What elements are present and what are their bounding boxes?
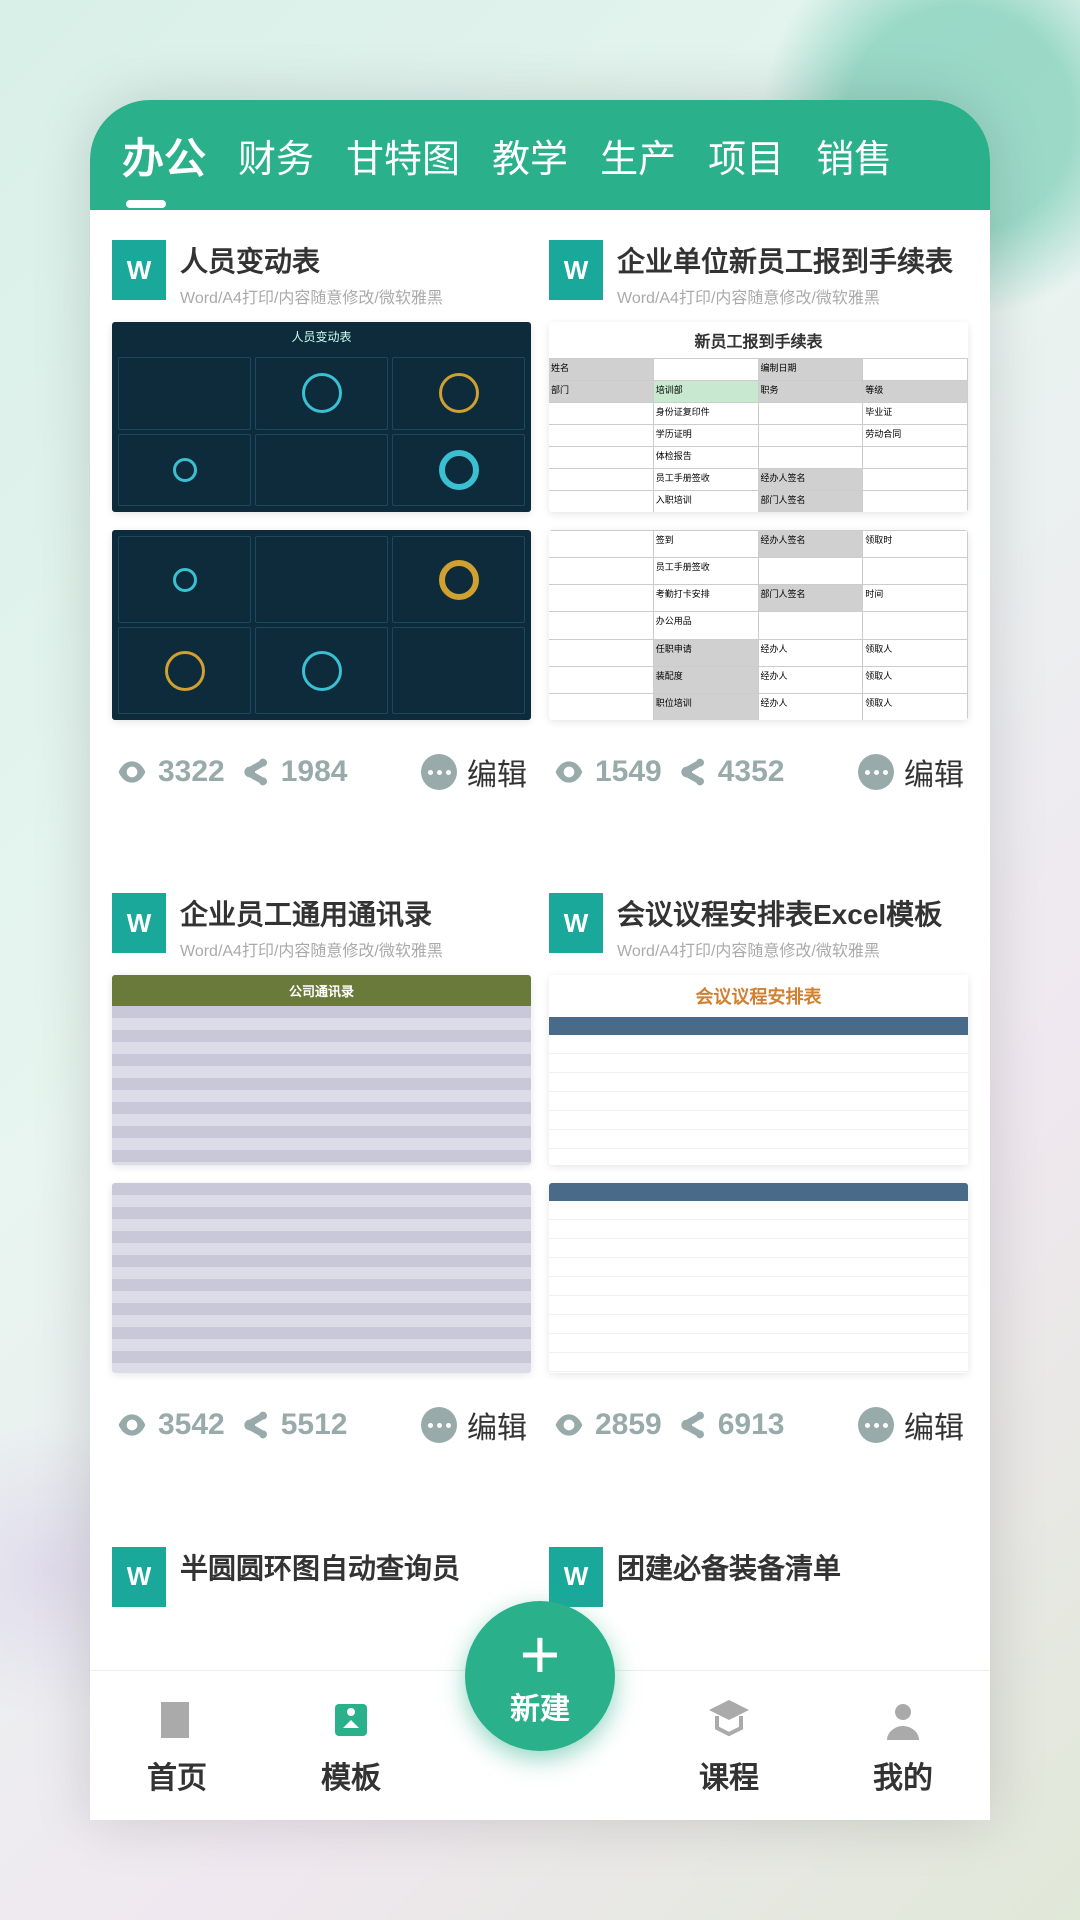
word-doc-icon: W [112,893,166,953]
card-title: 企业员工通用通讯录 [180,893,531,933]
share-icon [239,756,271,788]
profile-icon [878,1695,928,1745]
word-doc-icon: W [549,893,603,953]
more-icon[interactable] [421,754,457,790]
template-grid[interactable]: W 人员变动表 Word/A4打印/内容随意修改/微软雅黑 人员变动表 [90,210,990,1670]
word-doc-icon: W [112,1547,166,1607]
template-card[interactable]: W 企业单位新员工报到手续表 Word/A4打印/内容随意修改/微软雅黑 新员工… [549,236,968,871]
share-icon [239,1409,271,1441]
card-title: 人员变动表 [180,240,531,280]
views-icon [116,1409,148,1441]
views-icon [553,756,585,788]
nav-templates[interactable]: 模板 [291,1695,411,1797]
template-thumbnail[interactable]: 新员工报到手续表 姓名编制日期 部门培训部职务等级 身份证复印件毕业证 学历证明… [549,322,968,512]
views-count: 2859 [595,1408,662,1442]
template-thumbnail[interactable]: 公司通讯录 [112,975,531,1165]
template-card[interactable]: W 团建必备装备清单 [549,1543,968,1613]
shares-count: 1984 [281,755,348,789]
template-card[interactable]: W 人员变动表 Word/A4打印/内容随意修改/微软雅黑 人员变动表 [112,236,531,871]
card-title: 企业单位新员工报到手续表 [617,240,968,280]
views-count: 3542 [158,1408,225,1442]
template-card[interactable]: W 会议议程安排表Excel模板 Word/A4打印/内容随意修改/微软雅黑 会… [549,889,968,1524]
template-thumbnail[interactable] [549,1183,968,1373]
nav-courses[interactable]: 课程 [669,1695,789,1797]
plus-icon: + [520,1624,561,1684]
templates-icon [326,1695,376,1745]
edit-button[interactable]: 编辑 [904,750,964,794]
tab-finance[interactable]: 财务 [224,118,328,193]
home-icon [152,1695,202,1745]
share-icon [676,756,708,788]
tab-project[interactable]: 项目 [694,118,798,193]
shares-count: 6913 [718,1408,785,1442]
card-stats: 1549 4352 编辑 [549,720,968,814]
more-icon[interactable] [421,1407,457,1443]
card-subtitle: Word/A4打印/内容随意修改/微软雅黑 [617,284,968,308]
views-icon [553,1409,585,1441]
tab-teaching[interactable]: 教学 [478,118,582,193]
card-subtitle: Word/A4打印/内容随意修改/微软雅黑 [617,937,968,961]
shares-count: 4352 [718,755,785,789]
views-icon [116,756,148,788]
tab-office[interactable]: 办公 [108,115,220,196]
word-doc-icon: W [549,1547,603,1607]
views-count: 3322 [158,755,225,789]
views-count: 1549 [595,755,662,789]
template-card[interactable]: W 半圆圆环图自动查询员 [112,1543,531,1613]
card-stats: 2859 6913 编辑 [549,1373,968,1467]
nav-home[interactable]: 首页 [117,1695,237,1797]
card-subtitle: Word/A4打印/内容随意修改/微软雅黑 [180,284,531,308]
edit-button[interactable]: 编辑 [904,1403,964,1447]
more-icon[interactable] [858,754,894,790]
phone-frame: 办公 财务 甘特图 教学 生产 项目 销售 W 人员变动表 Word/A4打印/… [90,100,990,1820]
edit-button[interactable]: 编辑 [467,750,527,794]
card-title: 会议议程安排表Excel模板 [617,893,968,933]
category-tabs: 办公 财务 甘特图 教学 生产 项目 销售 [90,100,990,210]
template-thumbnail[interactable]: 签到经办人签名领取时 员工手册签收 考勤打卡安排部门人签名时间 办公用品 任职申… [549,530,968,720]
template-card[interactable]: W 企业员工通用通讯录 Word/A4打印/内容随意修改/微软雅黑 公司通讯录 [112,889,531,1524]
nav-profile[interactable]: 我的 [843,1695,963,1797]
card-title: 团建必备装备清单 [617,1547,968,1587]
courses-icon [704,1695,754,1745]
more-icon[interactable] [858,1407,894,1443]
tab-production[interactable]: 生产 [586,118,690,193]
card-stats: 3322 1984 编辑 [112,720,531,814]
edit-button[interactable]: 编辑 [467,1403,527,1447]
share-icon [676,1409,708,1441]
new-button[interactable]: + 新建 [465,1601,615,1751]
word-doc-icon: W [549,240,603,300]
template-thumbnail[interactable] [112,1183,531,1373]
tab-gantt[interactable]: 甘特图 [332,118,474,193]
template-thumbnail[interactable] [112,530,531,720]
shares-count: 5512 [281,1408,348,1442]
template-thumbnail[interactable]: 会议议程安排表 [549,975,968,1165]
word-doc-icon: W [112,240,166,300]
bottom-navigation: + 新建 首页 模板 课程 我的 [90,1670,990,1820]
tab-sales[interactable]: 销售 [802,118,906,193]
template-thumbnail[interactable]: 人员变动表 [112,322,531,512]
card-title: 半圆圆环图自动查询员 [180,1547,531,1587]
card-subtitle: Word/A4打印/内容随意修改/微软雅黑 [180,937,531,961]
card-stats: 3542 5512 编辑 [112,1373,531,1467]
